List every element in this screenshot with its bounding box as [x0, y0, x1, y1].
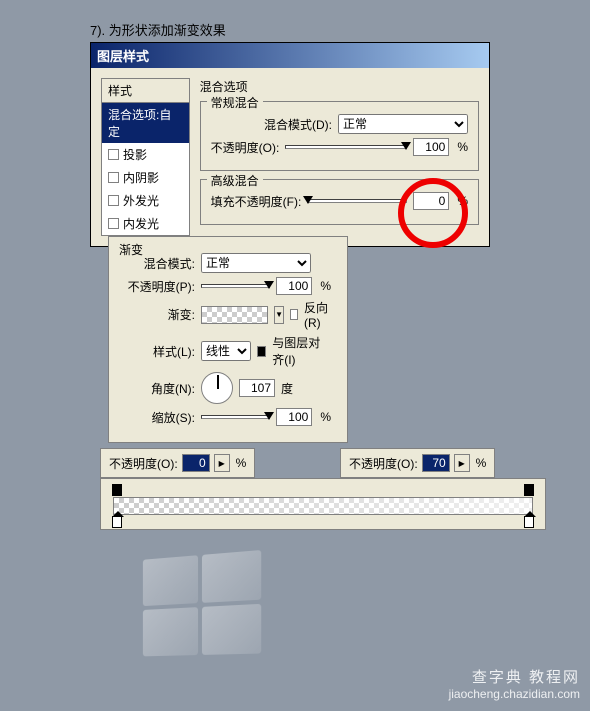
watermark-url: jiaocheng.chazidian.com	[449, 687, 580, 703]
checkbox-icon[interactable]	[108, 195, 119, 206]
grad-opacity-label: 不透明度(P):	[125, 278, 195, 295]
highlight-circle-icon	[398, 178, 468, 248]
style-item-outer-glow[interactable]: 外发光	[102, 189, 189, 212]
gradient-preview[interactable]	[201, 306, 268, 324]
pct-label: %	[457, 140, 468, 154]
grad-opacity-slider[interactable]	[201, 284, 270, 288]
style-item-blend-options[interactable]: 混合选项:自定	[102, 103, 189, 143]
gradient-track[interactable]	[113, 497, 533, 515]
grad-opacity-input[interactable]	[276, 277, 312, 295]
checkbox-icon[interactable]	[108, 149, 119, 160]
grad-style-select[interactable]: 线性	[201, 341, 251, 361]
gradient-label: 渐变:	[125, 306, 195, 323]
opacity-stop-left[interactable]	[112, 484, 122, 496]
blend-mode-label: 混合模式(D):	[264, 116, 332, 133]
angle-input[interactable]	[239, 379, 275, 397]
opacity-left-input[interactable]	[182, 454, 210, 472]
align-checkbox[interactable]	[257, 346, 266, 357]
opacity-slider[interactable]	[285, 145, 407, 149]
style-item-drop-shadow[interactable]: 投影	[102, 143, 189, 166]
watermark-title: 查字典 教程网	[449, 668, 580, 688]
reverse-checkbox[interactable]	[290, 309, 298, 320]
style-list[interactable]: 样式 混合选项:自定 投影 内阴影 外发光 内发光	[101, 78, 190, 236]
step-7-label: 7). 为形状添加渐变效果	[90, 20, 226, 39]
color-stop-right[interactable]	[524, 516, 534, 528]
angle-label: 角度(N):	[125, 380, 195, 397]
color-stop-left[interactable]	[112, 516, 122, 528]
general-blending-label: 常规混合	[207, 94, 263, 111]
opacity-left-box: 不透明度(O): ▶ %	[100, 448, 255, 478]
gradient-dropdown-icon[interactable]: ▼	[274, 306, 284, 324]
advanced-blending-label: 高级混合	[207, 172, 263, 189]
style-item-inner-glow[interactable]: 内发光	[102, 212, 189, 235]
opacity-right-box: 不透明度(O): ▶ %	[340, 448, 495, 478]
scale-label: 缩放(S):	[125, 409, 195, 426]
opacity-input[interactable]	[413, 138, 449, 156]
reverse-label: 反向(R)	[304, 299, 331, 330]
angle-dial[interactable]	[201, 372, 233, 404]
style-item-inner-shadow[interactable]: 内阴影	[102, 166, 189, 189]
opacity-right-label: 不透明度(O):	[349, 455, 418, 472]
gradient-panel-label: 渐变	[115, 241, 147, 258]
grad-blend-mode-select[interactable]: 正常	[201, 253, 311, 273]
align-label: 与图层对齐(I)	[272, 334, 331, 368]
opacity-right-input[interactable]	[422, 454, 450, 472]
pct-label: %	[320, 410, 331, 424]
play-button-icon[interactable]: ▶	[214, 454, 230, 472]
pct-label: %	[236, 456, 247, 470]
fill-opacity-slider[interactable]	[307, 199, 407, 203]
checkbox-icon[interactable]	[108, 218, 119, 229]
angle-unit: 度	[281, 380, 293, 397]
fill-opacity-label: 填充不透明度(F):	[211, 193, 302, 210]
gradient-editor	[100, 478, 546, 530]
checkbox-icon[interactable]	[108, 172, 119, 183]
pct-label: %	[476, 456, 487, 470]
style-list-header: 样式	[102, 79, 189, 103]
grad-style-label: 样式(L):	[125, 343, 195, 360]
windows-logo-icon	[143, 550, 261, 656]
play-button-icon[interactable]: ▶	[454, 454, 470, 472]
blending-options-label: 混合选项	[200, 78, 479, 95]
pct-label: %	[320, 279, 331, 293]
opacity-label: 不透明度(O):	[211, 139, 280, 156]
opacity-left-label: 不透明度(O):	[109, 455, 178, 472]
gradient-overlay-panel: 渐变 混合模式: 正常 不透明度(P): % 渐变: ▼ 反向(R) 样式(L)…	[108, 236, 348, 443]
scale-input[interactable]	[276, 408, 312, 426]
watermark: 查字典 教程网 jiaocheng.chazidian.com	[449, 668, 580, 703]
result-preview	[140, 555, 260, 655]
blend-mode-select[interactable]: 正常	[338, 114, 468, 134]
opacity-stop-right[interactable]	[524, 484, 534, 496]
general-blending-fieldset: 常规混合 混合模式(D): 正常 不透明度(O): %	[200, 101, 479, 171]
scale-slider[interactable]	[201, 415, 270, 419]
dialog-title: 图层样式	[91, 43, 489, 68]
